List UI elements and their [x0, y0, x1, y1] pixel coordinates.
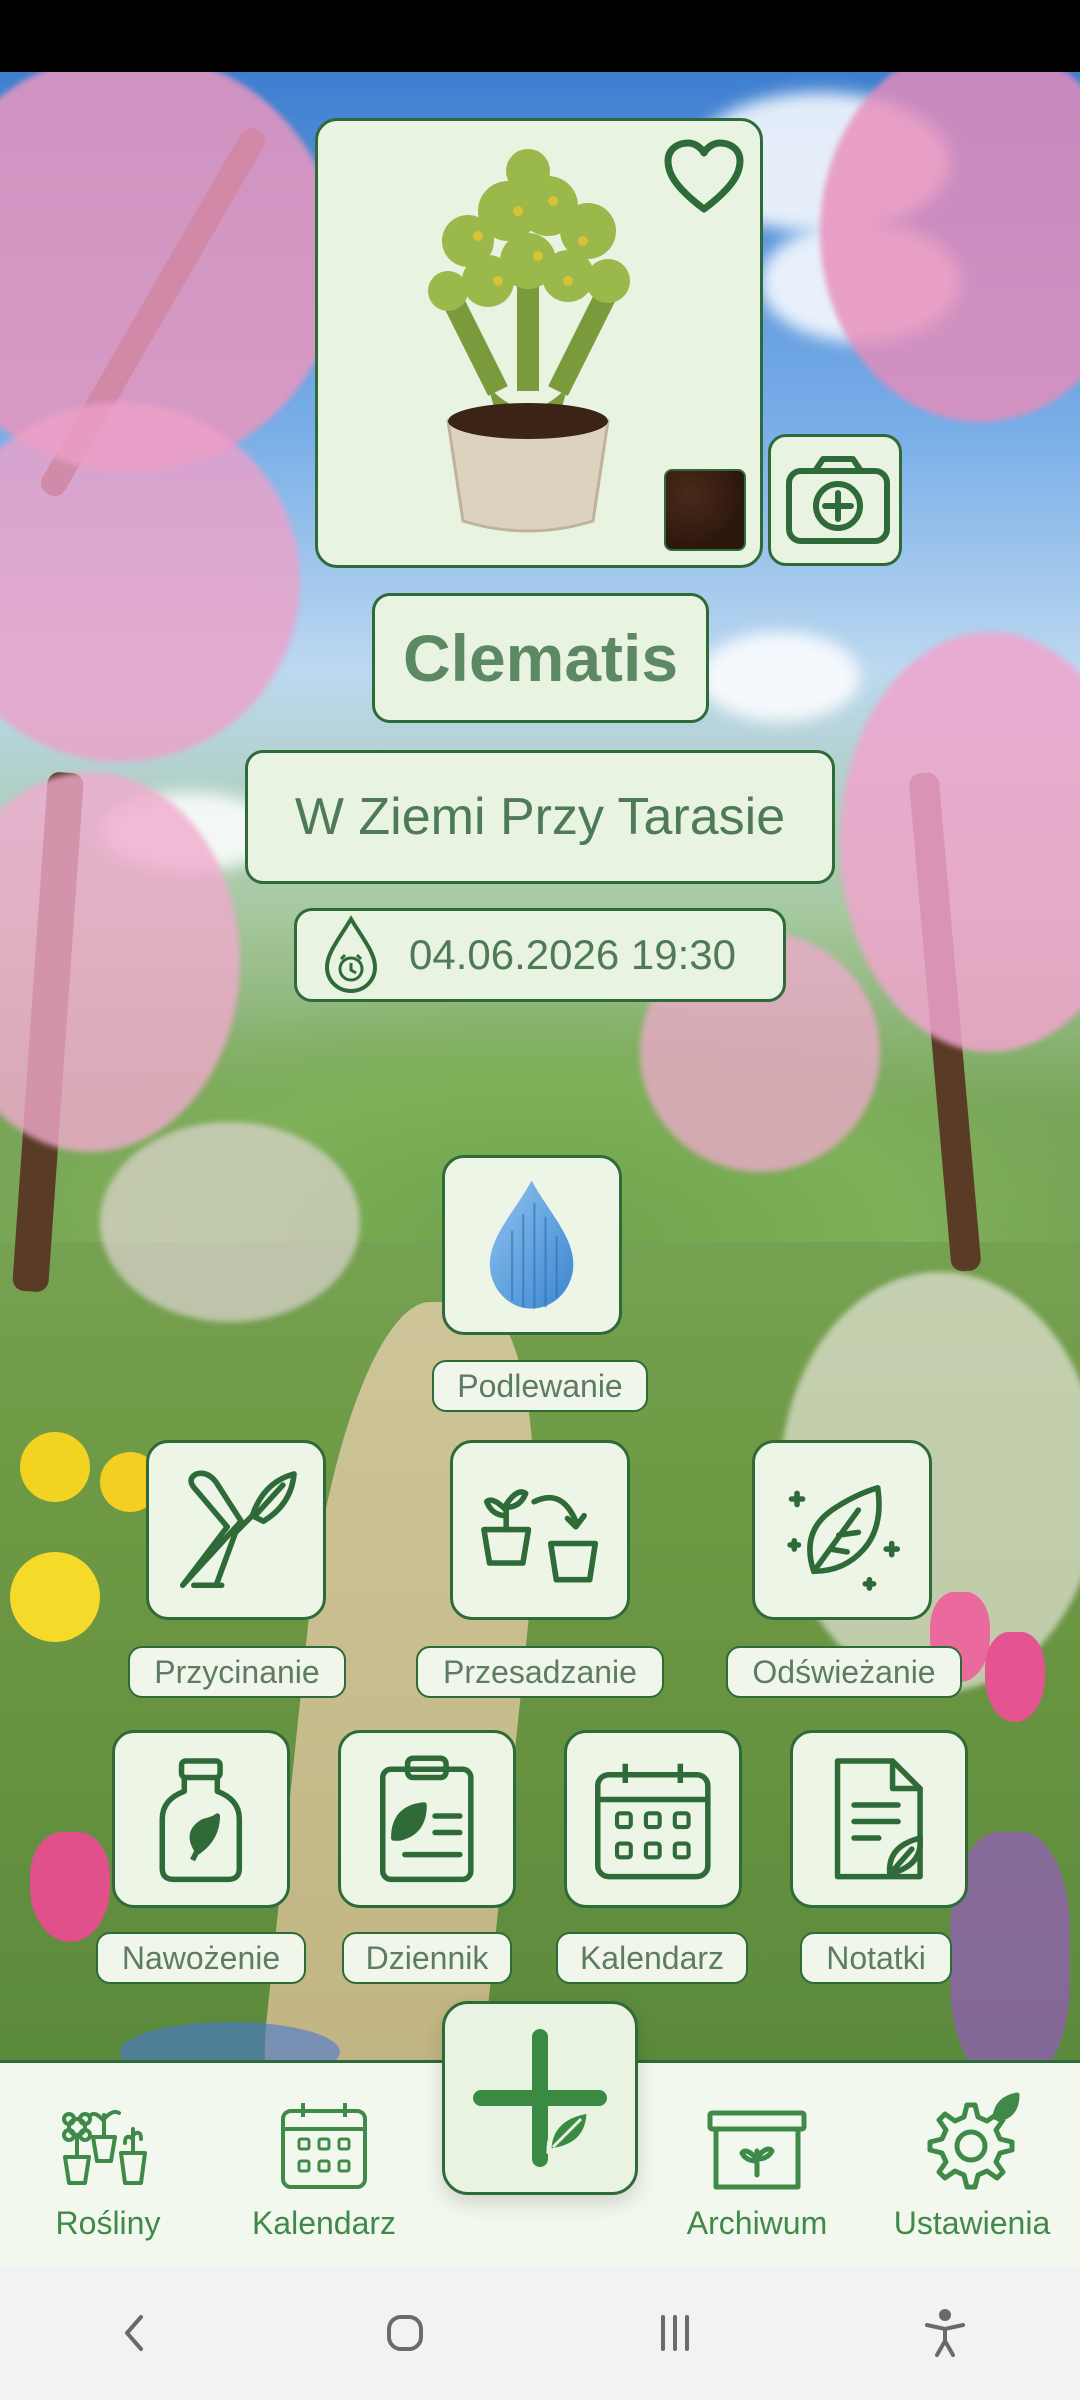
system-navigation-bar — [0, 2266, 1080, 2400]
plant-photo-card[interactable] — [315, 118, 763, 568]
repotting-button[interactable] — [450, 1440, 630, 1620]
pruning-button[interactable] — [146, 1440, 326, 1620]
home-icon — [387, 2315, 423, 2351]
accessibility-icon — [925, 2309, 965, 2357]
repotting-pots-icon — [481, 1489, 599, 1583]
calendar-button[interactable] — [564, 1730, 742, 1908]
status-bar — [0, 0, 1080, 72]
favorite-heart-icon[interactable] — [662, 139, 746, 215]
add-plant-button[interactable] — [442, 2001, 638, 2195]
accessibility-button[interactable] — [915, 2303, 975, 2363]
nav-plants[interactable]: Rośliny — [30, 2063, 186, 2269]
next-watering-text: 04.06.2026 19:30 — [409, 931, 736, 978]
sparkle-leaf-icon — [787, 1485, 901, 1592]
nav-archive[interactable]: Archiwum — [672, 2063, 842, 2269]
knitted-water-drop-icon — [490, 1180, 574, 1310]
journal-label[interactable]: Dziennik — [342, 1932, 512, 1984]
refreshing-button[interactable] — [752, 1440, 932, 1620]
gear-leaf-icon — [927, 2092, 1020, 2189]
notes-label[interactable]: Notatki — [800, 1932, 952, 1984]
nav-plants-label: Rośliny — [55, 2204, 161, 2241]
calendar-grid-icon — [595, 1763, 711, 1880]
plant-name[interactable]: Clematis — [372, 593, 709, 723]
pruning-shears-icon — [180, 1471, 298, 1589]
camera-plus-icon — [786, 456, 890, 544]
fertilizing-label[interactable]: Nawożenie — [96, 1932, 306, 1984]
nav-calendar-label: Kalendarz — [251, 2204, 397, 2241]
watering-button[interactable] — [442, 1155, 622, 1335]
pruning-label[interactable]: Przycinanie — [128, 1646, 346, 1698]
recents-button[interactable] — [645, 2303, 705, 2363]
fertilizer-bottle-icon — [159, 1758, 243, 1883]
archive-box-icon — [707, 2110, 807, 2189]
add-photo-button[interactable] — [768, 434, 902, 566]
clipboard-leaf-icon — [380, 1755, 474, 1883]
potted-plants-icon — [62, 2109, 147, 2185]
back-button[interactable] — [105, 2303, 165, 2363]
nav-settings[interactable]: Ustawienia — [880, 2063, 1064, 2269]
fertilizing-button[interactable] — [112, 1730, 290, 1908]
next-watering-date[interactable]: 04.06.2026 19:30 — [294, 908, 786, 1002]
nav-settings-label: Ustawienia — [893, 2204, 1051, 2241]
calendar-icon — [281, 2102, 367, 2189]
watering-label[interactable]: Podlewanie — [432, 1360, 648, 1412]
notes-button[interactable] — [790, 1730, 968, 1908]
refreshing-label[interactable]: Odświeżanie — [726, 1646, 962, 1698]
home-button[interactable] — [375, 2303, 435, 2363]
document-leaf-icon — [834, 1758, 924, 1880]
repotting-label[interactable]: Przesadzanie — [416, 1646, 664, 1698]
calendar-label[interactable]: Kalendarz — [556, 1932, 748, 1984]
plant-photo — [428, 149, 630, 533]
recents-icon — [661, 2315, 689, 2351]
plant-location[interactable]: W Ziemi Przy Tarasie — [245, 750, 835, 884]
journal-button[interactable] — [338, 1730, 516, 1908]
nav-calendar[interactable]: Kalendarz — [246, 2063, 402, 2269]
soil-type-swatch[interactable] — [664, 469, 746, 551]
back-chevron-icon — [125, 2315, 143, 2351]
plus-leaf-icon — [473, 2029, 607, 2167]
water-drop-alarm-icon — [324, 915, 378, 994]
nav-archive-label: Archiwum — [686, 2204, 828, 2241]
